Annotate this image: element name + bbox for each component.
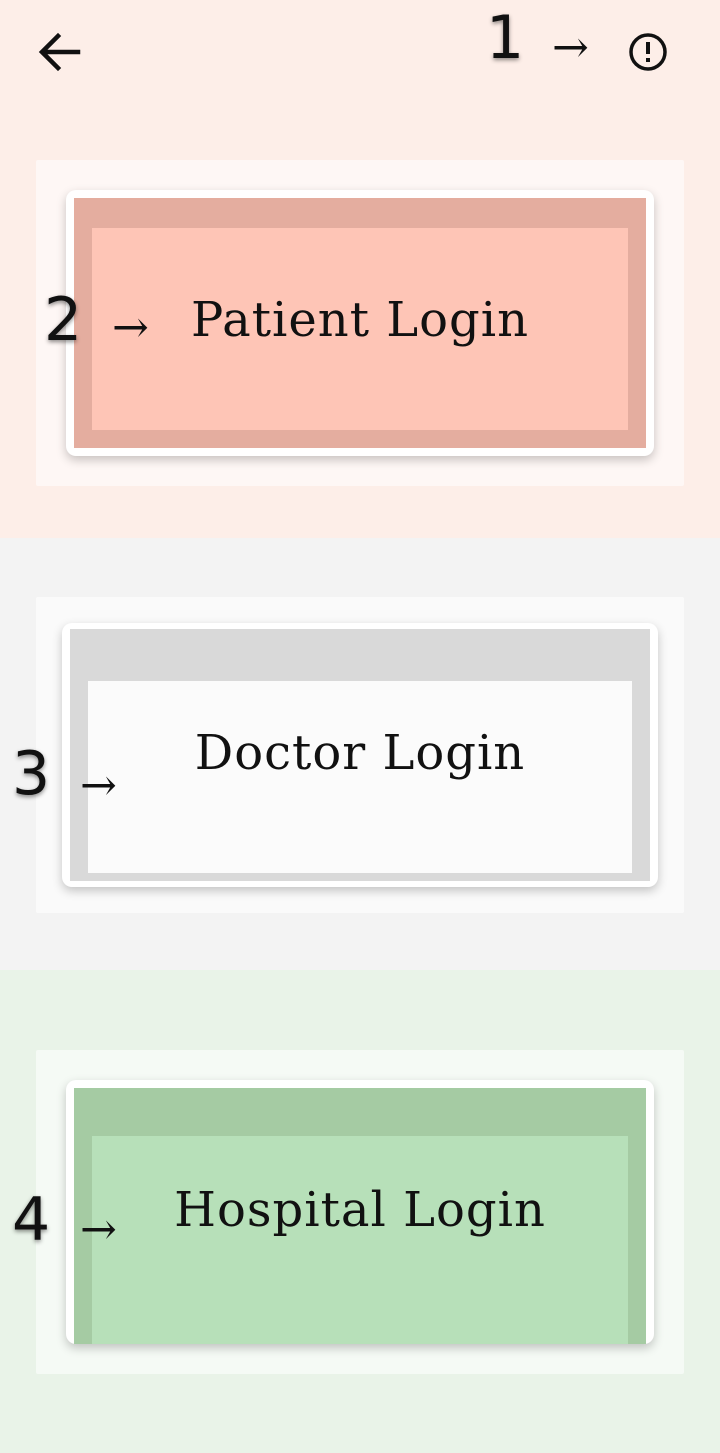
- hospital-login-button[interactable]: Hospital Login: [66, 1080, 654, 1344]
- annotation-arrow-4: →: [80, 1204, 117, 1255]
- doctor-login-band: Doctor Login: [70, 629, 650, 881]
- patient-login-button[interactable]: Patient Login: [66, 190, 654, 456]
- annotation-arrow-3: →: [80, 760, 117, 811]
- patient-login-label: Patient Login: [190, 292, 530, 348]
- annotation-number-1: 1: [486, 3, 525, 73]
- annotation-number-4: 4: [12, 1185, 51, 1255]
- doctor-login-inner: Doctor Login: [88, 681, 632, 873]
- doctor-login-button[interactable]: Doctor Login: [62, 623, 658, 887]
- hospital-login-band: Hospital Login: [74, 1088, 646, 1344]
- top-bar: 1 →: [0, 0, 720, 105]
- patient-login-band: Patient Login: [74, 198, 646, 448]
- annotation-number-3: 3: [12, 739, 51, 809]
- arrow-back-icon: [38, 32, 81, 72]
- annotation-arrow-1: →: [552, 22, 589, 73]
- annotation-arrow-2: →: [112, 302, 149, 353]
- hospital-login-card: Hospital Login: [36, 1050, 684, 1374]
- back-button[interactable]: [34, 26, 86, 78]
- patient-login-inner: Patient Login: [92, 228, 628, 430]
- info-button[interactable]: [622, 26, 674, 78]
- hospital-login-inner: Hospital Login: [92, 1136, 628, 1344]
- annotation-number-2: 2: [44, 285, 83, 355]
- hospital-login-label: Hospital Login: [174, 1182, 546, 1238]
- doctor-login-card: Doctor Login: [36, 597, 684, 913]
- doctor-login-label: Doctor Login: [194, 725, 526, 781]
- info-circle-icon: [629, 33, 667, 71]
